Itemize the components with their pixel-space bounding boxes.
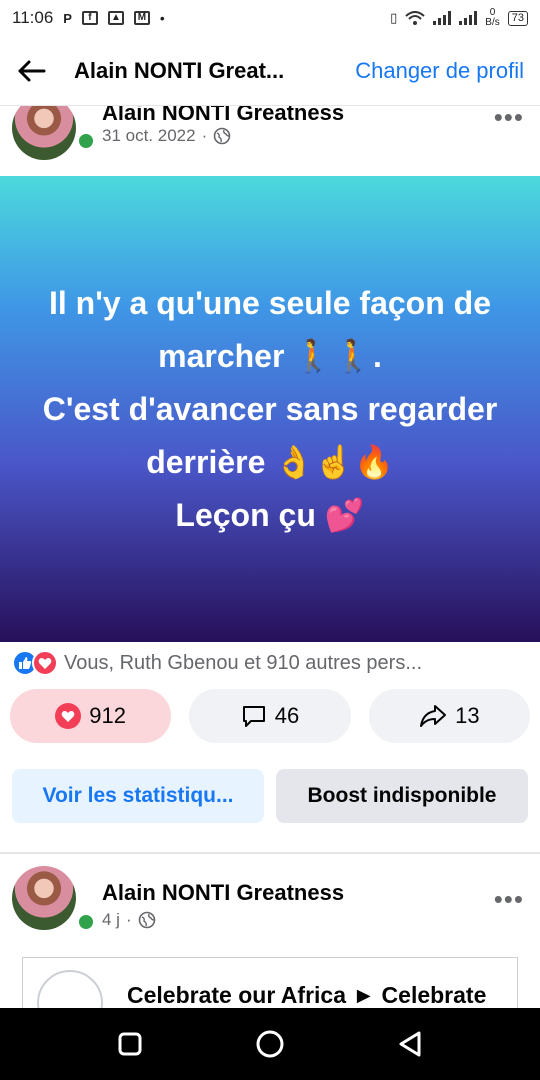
post-buttons: Voir les statistiqu... Boost indisponibl… <box>12 769 528 823</box>
share-button[interactable]: 13 <box>368 689 530 743</box>
online-status-icon <box>76 131 96 151</box>
post-divider <box>0 852 540 854</box>
post-meta: 4 j · <box>102 910 156 930</box>
app-icon: ▲ <box>107 11 124 25</box>
post-text-background: Il n'y a qu'une seule façon de marcher 🚶… <box>0 176 540 642</box>
comment-button[interactable]: 46 <box>189 689 351 743</box>
post-date: 31 oct. 2022 <box>102 126 196 145</box>
dot-icon: • <box>159 10 165 26</box>
facebook-icon: f <box>81 11 98 25</box>
post-author[interactable]: Alain NONTI Greatness <box>102 106 344 126</box>
view-stats-button[interactable]: Voir les statistiqu... <box>12 769 264 823</box>
square-icon <box>118 1032 142 1056</box>
post-actions: 912 46 13 <box>10 689 530 745</box>
post-text: Il n'y a qu'une seule façon de marcher 🚶… <box>42 284 498 533</box>
more-options-icon[interactable]: ••• <box>494 886 524 912</box>
online-status-icon <box>76 912 96 932</box>
meta-separator: · <box>201 126 208 145</box>
avatar[interactable] <box>12 866 76 930</box>
love-icon <box>55 703 82 729</box>
status-time: 11:06 <box>12 8 54 27</box>
back-button[interactable] <box>16 51 56 91</box>
share-icon <box>420 705 447 727</box>
wifi-icon <box>405 11 425 25</box>
change-profile-link[interactable]: Changer de profil <box>355 58 524 84</box>
post-meta: 31 oct. 2022 · <box>102 126 231 146</box>
link-title: Celebrate our Africa ► Celebrate <box>127 982 487 1008</box>
shares-count: 13 <box>455 703 480 728</box>
more-options-icon[interactable]: ••• <box>494 106 524 130</box>
status-bar: 11:06 P f ▲ M • ▯ 0 B/s 73 <box>0 0 540 36</box>
reaction-summary-text: Vous, Ruth Gbenou et 910 autres pers... <box>64 651 423 674</box>
system-nav-bar <box>0 1008 540 1080</box>
signal-icon-2 <box>459 11 478 25</box>
avatar[interactable] <box>12 106 76 160</box>
love-reaction-icon <box>32 650 58 676</box>
circle-icon <box>256 1030 284 1058</box>
meta-separator: · <box>125 910 132 929</box>
post-header: Alain NONTI Greatness 31 oct. 2022 · ••• <box>0 106 540 176</box>
back-arrow-icon <box>18 60 46 81</box>
battery-indicator: 73 <box>507 10 528 26</box>
post-author[interactable]: Alain NONTI Greatness <box>102 880 344 906</box>
comments-count: 46 <box>274 703 300 728</box>
comment-icon <box>242 706 265 727</box>
home-button[interactable] <box>248 1022 292 1066</box>
parking-icon: P <box>63 10 72 26</box>
reaction-summary[interactable]: Vous, Ruth Gbenou et 910 autres pers... <box>12 646 528 680</box>
back-nav-button[interactable] <box>388 1022 432 1066</box>
signal-icon <box>433 11 452 25</box>
page-title: Alain NONTI Great... <box>74 57 285 83</box>
triangle-back-icon <box>399 1031 421 1057</box>
app-header: Alain NONTI Great... Changer de profil <box>0 36 540 106</box>
globe-icon <box>213 127 231 145</box>
recent-apps-button[interactable] <box>108 1022 152 1066</box>
data-speed: 0 B/s <box>485 7 500 28</box>
reactions-count: 912 <box>89 703 127 728</box>
vibrate-icon: ▯ <box>390 10 398 25</box>
globe-icon <box>138 911 155 929</box>
love-button[interactable]: 912 <box>10 689 172 743</box>
mail-icon: M <box>133 11 150 25</box>
boost-unavailable-button[interactable]: Boost indisponible <box>276 769 528 823</box>
post-date: 4 j <box>102 910 120 929</box>
